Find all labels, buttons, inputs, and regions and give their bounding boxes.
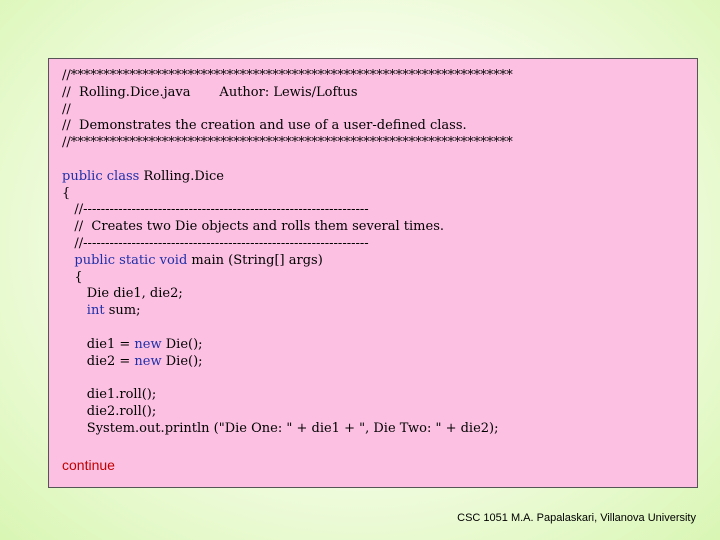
code-line: // Demonstrates the creation and use of … — [62, 118, 467, 134]
keyword: new — [134, 336, 162, 352]
continue-link[interactable]: continue — [62, 457, 115, 473]
code-line: //--------------------------------------… — [62, 235, 369, 251]
keyword: void — [159, 252, 188, 268]
code-line: { — [62, 185, 71, 201]
keyword: static — [119, 252, 156, 268]
keyword: public — [74, 252, 116, 268]
code-line: die1.roll(); — [62, 387, 157, 403]
code-line: //--------------------------------------… — [62, 202, 369, 218]
code-line: die2 = new Die(); — [62, 353, 203, 369]
code-line: die2.roll(); — [62, 403, 157, 419]
keyword: public — [62, 168, 103, 184]
code-line: Die die1, die2; — [86, 286, 183, 302]
footer-credit: CSC 1051 M.A. Papalaskari, Villanova Uni… — [457, 512, 696, 524]
code-line: public class Rolling.Dice — [62, 168, 224, 184]
code-line: int sum; — [86, 303, 141, 319]
code-line: public static void main (String[] args) — [74, 252, 323, 268]
code-line: System.out.println ("Die One: " + die1 +… — [86, 420, 499, 436]
code-line: { — [62, 269, 83, 285]
code-line: //**************************************… — [62, 135, 513, 151]
code-line: die1 = new Die(); — [62, 336, 203, 352]
keyword: int — [86, 303, 105, 319]
code-line: // — [62, 101, 71, 117]
code-line: //**************************************… — [62, 68, 513, 83]
code-listing: //**************************************… — [62, 68, 513, 438]
code-line: // Rolling.Dice.java Author: Lewis/Loftu… — [62, 84, 358, 100]
code-line: // Creates two Die objects and rolls the… — [62, 219, 444, 235]
keyword: new — [134, 353, 162, 369]
keyword: class — [106, 168, 140, 184]
